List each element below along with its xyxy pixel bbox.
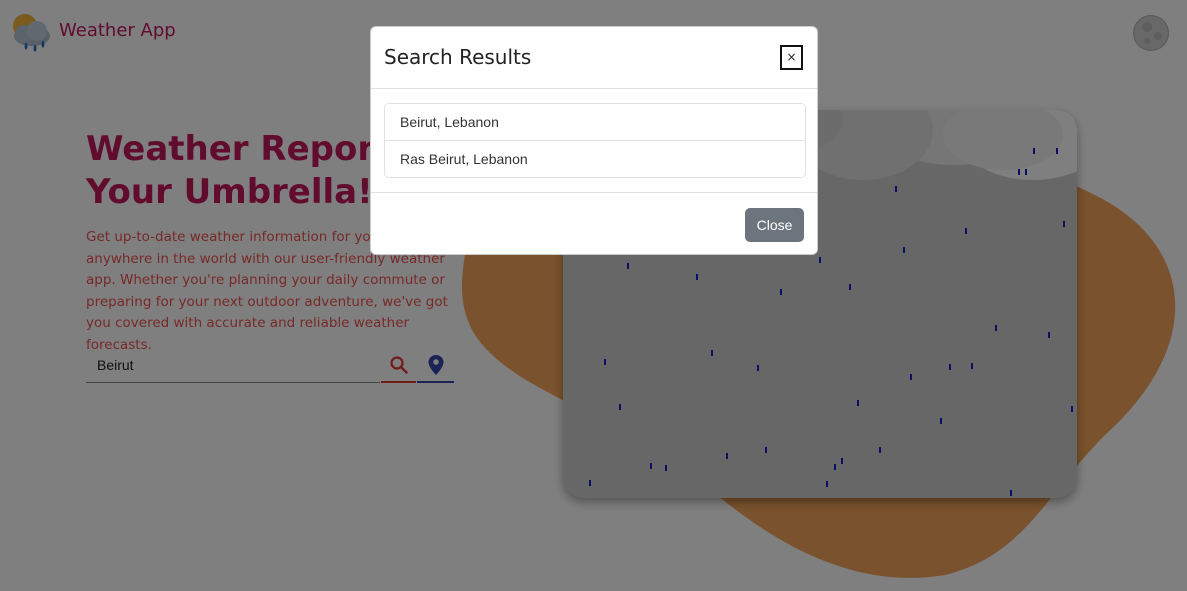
search-result-item[interactable]: Ras Beirut, Lebanon (385, 141, 805, 177)
close-button[interactable]: Close (745, 208, 804, 242)
modal-header: Search Results × (371, 27, 817, 89)
search-result-item[interactable]: Beirut, Lebanon (385, 104, 805, 141)
search-results-modal: Search Results × Beirut, Lebanon Ras Bei… (370, 26, 818, 255)
page-background: Weather App Weather Report: D Your Umbre… (0, 0, 1187, 591)
search-results-list: Beirut, Lebanon Ras Beirut, Lebanon (384, 103, 806, 178)
modal-footer: Close (371, 192, 817, 256)
close-icon[interactable]: × (780, 45, 803, 70)
modal-title: Search Results (384, 45, 532, 69)
